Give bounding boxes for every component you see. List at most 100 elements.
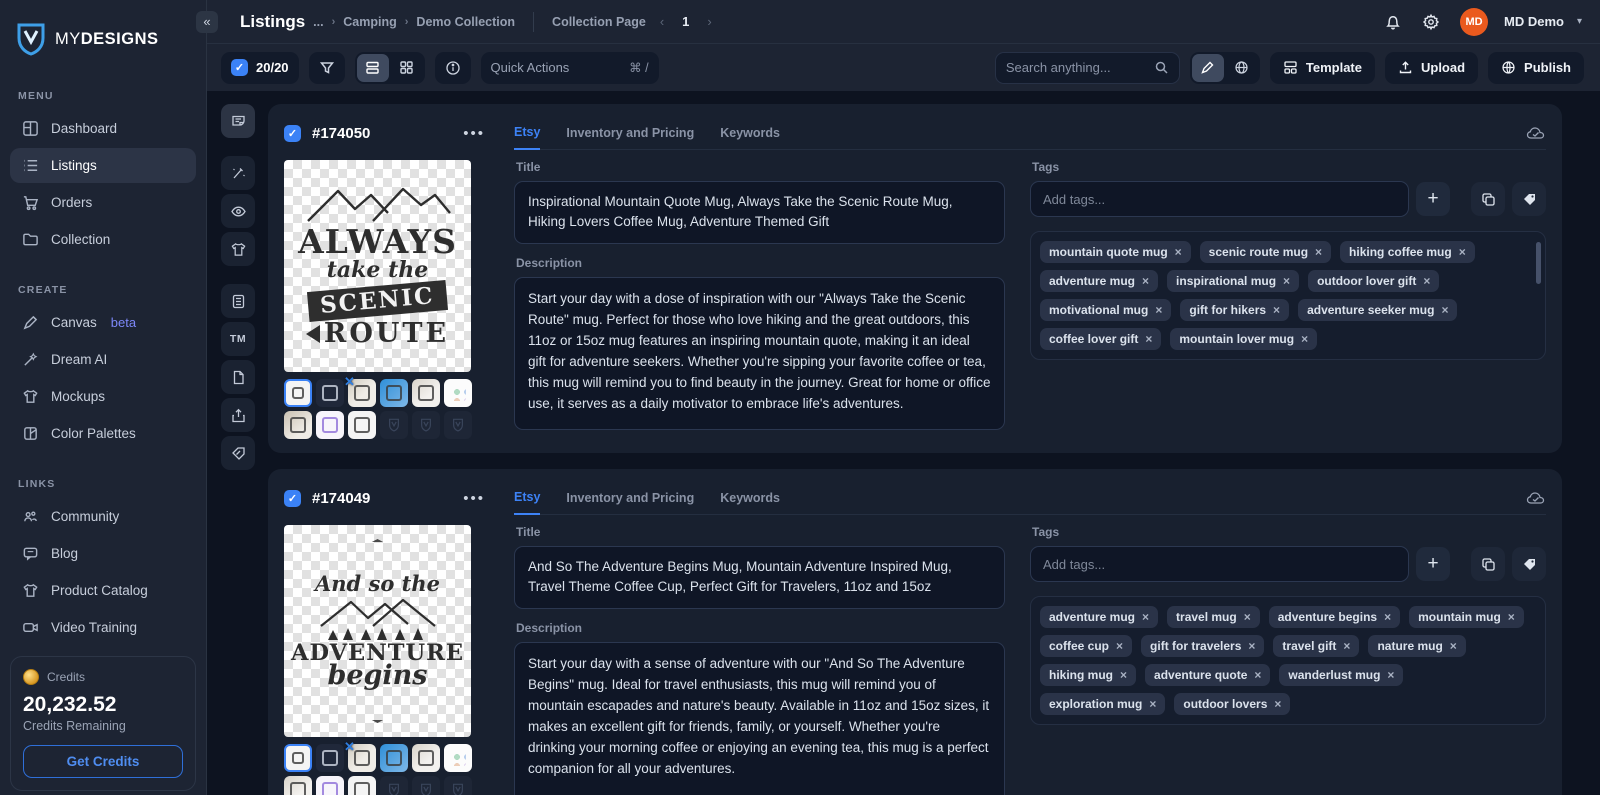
notes-edit-button[interactable] (221, 104, 255, 138)
image-thumbnail[interactable] (380, 379, 408, 407)
remove-tag-icon[interactable]: × (1423, 274, 1430, 288)
image-thumbnail[interactable] (412, 379, 440, 407)
listing-artwork-preview[interactable]: ALWAYS take the SCENIC ROUTE (284, 160, 471, 372)
image-thumbnail[interactable] (316, 744, 344, 772)
info-button[interactable] (434, 51, 471, 84)
template-button[interactable]: Template (1269, 51, 1375, 84)
tag-chip[interactable]: gift for hikers × (1180, 299, 1290, 321)
sidebar-item-mockups[interactable]: Mockups (10, 379, 196, 414)
image-thumbnail[interactable] (284, 776, 312, 795)
tag-chip[interactable]: hiking coffee mug × (1340, 241, 1475, 263)
remove-tag-icon[interactable]: × (1142, 610, 1149, 624)
add-tags-input[interactable] (1043, 556, 1396, 572)
mockup-button[interactable] (221, 232, 255, 266)
add-tag-button[interactable]: + (1416, 182, 1450, 216)
username[interactable]: MD Demo (1504, 14, 1564, 29)
tag-chip[interactable]: travel mug × (1167, 606, 1260, 628)
remove-tag-icon[interactable]: × (1459, 245, 1466, 259)
tag-chip[interactable]: adventure quote × (1145, 664, 1271, 686)
sidebar-item-product-catalog[interactable]: Product Catalog (10, 573, 196, 608)
get-credits-button[interactable]: Get Credits (23, 745, 183, 778)
user-menu-caret-icon[interactable]: ▾ (1577, 16, 1582, 27)
notifications-button[interactable] (1378, 7, 1408, 37)
tag-chip[interactable]: outdoor lovers × (1174, 693, 1291, 715)
sidebar-collapse-button[interactable]: « (196, 10, 218, 33)
quick-actions-button[interactable]: Quick Actions ⌘ / (480, 51, 659, 84)
web-mode-button[interactable] (1226, 54, 1258, 82)
description-input[interactable]: Start your day with a sense of adventure… (514, 641, 1005, 795)
remove-tag-icon[interactable]: × (1175, 245, 1182, 259)
empty-thumbnail-slot[interactable] (412, 411, 440, 439)
brand-logo[interactable]: MYDESIGNS (10, 18, 196, 76)
image-thumbnail[interactable] (444, 744, 472, 772)
image-thumbnail[interactable] (316, 379, 344, 407)
remove-tag-icon[interactable]: × (1450, 639, 1457, 653)
sidebar-item-community[interactable]: Community (10, 499, 196, 534)
remove-tag-icon[interactable]: × (1149, 697, 1156, 711)
add-tag-button[interactable]: + (1416, 547, 1450, 581)
tag-chip[interactable]: nature mug × (1368, 635, 1466, 657)
prev-page-icon[interactable]: ‹ (660, 14, 664, 29)
title-input[interactable]: Inspirational Mountain Quote Mug, Always… (514, 181, 1005, 244)
sidebar-item-color-palettes[interactable]: Color Palettes (10, 416, 196, 451)
remove-tag-icon[interactable]: × (1116, 639, 1123, 653)
image-thumbnail[interactable] (348, 411, 376, 439)
tag-chip[interactable]: mountain lover mug × (1170, 328, 1318, 350)
tag-chip[interactable]: inspirational mug × (1167, 270, 1300, 292)
remove-tag-icon[interactable]: × (1155, 303, 1162, 317)
tag-edit-button[interactable] (221, 436, 255, 470)
trademark-check-button[interactable]: TM (221, 322, 255, 356)
listing-checkbox[interactable]: ✓ (284, 124, 301, 142)
empty-thumbnail-slot[interactable] (444, 776, 472, 795)
tag-chip[interactable]: coffee lover gift × (1040, 328, 1162, 350)
description-input[interactable]: Start your day with a dose of inspiratio… (514, 276, 1005, 430)
avatar[interactable]: MD (1460, 7, 1489, 36)
tag-chip[interactable]: wanderlust mug × (1279, 664, 1404, 686)
remove-tag-icon[interactable]: × (1315, 245, 1322, 259)
remove-tag-icon[interactable]: × (1441, 303, 1448, 317)
remove-tag-icon[interactable]: × (1387, 668, 1394, 682)
sidebar-item-orders[interactable]: Orders (10, 185, 196, 220)
tag-chip[interactable]: mountain quote mug × (1040, 241, 1191, 263)
listing-menu-button[interactable]: ••• (463, 125, 489, 142)
remove-tag-icon[interactable]: × (1244, 610, 1251, 624)
tag-chip[interactable]: adventure seeker mug × (1298, 299, 1458, 321)
filter-button[interactable] (308, 51, 345, 84)
add-tags-input[interactable] (1043, 191, 1396, 207)
details-button[interactable] (221, 284, 255, 318)
image-thumbnail[interactable] (348, 776, 376, 795)
breadcrumb-camping[interactable]: Camping (343, 15, 396, 29)
image-thumbnail[interactable]: ✕ (344, 374, 376, 407)
copy-tags-button[interactable] (1471, 547, 1505, 581)
remove-tag-icon[interactable]: × (1142, 274, 1149, 288)
next-page-icon[interactable]: › (707, 14, 711, 29)
tab-keywords[interactable]: Keywords (720, 491, 780, 514)
remove-tag-icon[interactable]: × (1145, 332, 1152, 346)
add-tags-box[interactable] (1030, 181, 1409, 217)
add-tags-box[interactable] (1030, 546, 1409, 582)
tags-scrollbar[interactable] (1536, 242, 1541, 284)
search-box[interactable] (994, 51, 1180, 84)
preview-button[interactable] (221, 194, 255, 228)
listing-checkbox[interactable]: ✓ (284, 489, 301, 507)
copy-tags-button[interactable] (1471, 182, 1505, 216)
tag-chip[interactable]: hiking mug × (1040, 664, 1137, 686)
image-thumbnail[interactable] (284, 411, 312, 439)
tab-inventory-and-pricing[interactable]: Inventory and Pricing (566, 491, 694, 514)
remove-tag-icon[interactable]: × (1120, 668, 1127, 682)
image-thumbnail[interactable] (284, 379, 312, 407)
image-thumbnail[interactable] (284, 744, 312, 772)
sync-status-button[interactable] (1526, 125, 1546, 141)
image-thumbnail[interactable] (380, 744, 408, 772)
tag-chip[interactable]: coffee cup × (1040, 635, 1133, 657)
tag-chip[interactable]: gift for travelers × (1141, 635, 1265, 657)
tab-keywords[interactable]: Keywords (720, 126, 780, 149)
sidebar-item-video-training[interactable]: Video Training (10, 610, 196, 645)
breadcrumb-ellipsis[interactable]: ... (313, 15, 323, 29)
tag-chip[interactable]: scenic route mug × (1199, 241, 1332, 263)
tag-tool-button[interactable] (1512, 547, 1546, 581)
empty-thumbnail-slot[interactable] (444, 411, 472, 439)
select-all-checkbox[interactable]: ✓ (231, 59, 248, 76)
edit-mode-button[interactable] (1191, 53, 1224, 82)
select-all-pill[interactable]: ✓ 20/20 (221, 51, 299, 84)
